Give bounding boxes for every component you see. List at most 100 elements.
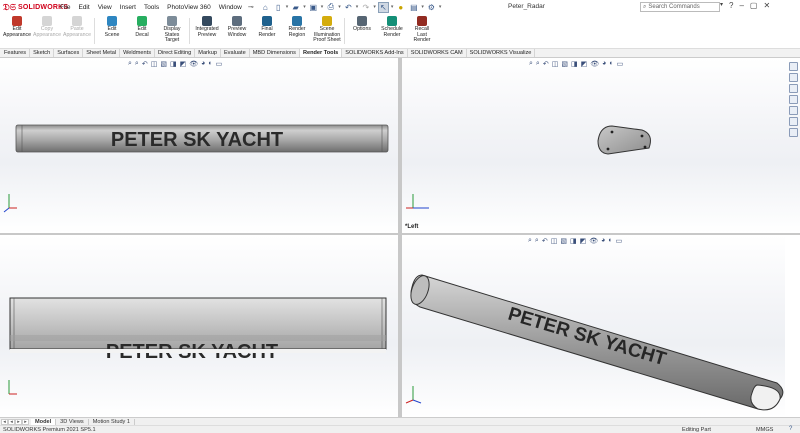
close-icon[interactable]: ✕ <box>763 1 770 10</box>
display-style-icon[interactable]: ◩ <box>581 60 588 68</box>
vertical-splitter[interactable] <box>398 58 402 417</box>
chevron-down-icon[interactable]: ▾ <box>338 4 341 10</box>
select-cursor-icon[interactable]: ↖ <box>377 1 389 13</box>
zoom-area-icon[interactable]: ⌕ <box>535 237 539 245</box>
edit-appearance-icon[interactable]: ◕ <box>601 237 605 245</box>
zoom-to-fit-icon[interactable]: ⌕ <box>528 237 532 245</box>
solidworks-logo[interactable]: 𝔇𝔖 SOLIDWORKS <box>0 2 68 13</box>
viewport-isometric[interactable]: ⌕ ⌕ ↶ ◫ ▧ ◨ ◩ 👁 ◕ ◐ ▭ PETER SK YACHT <box>402 235 785 417</box>
previous-view-icon[interactable]: ↶ <box>542 237 548 245</box>
units-selector[interactable]: MMGS <box>756 427 773 433</box>
ribbon-button-copy-appearance[interactable]: Copy Appearance <box>32 14 62 48</box>
zoom-to-fit-icon[interactable]: ⌕ <box>128 60 132 68</box>
hide-show-icon[interactable]: 👁 <box>189 60 198 68</box>
tab-surfaces[interactable]: Surfaces <box>54 49 84 57</box>
tab-solidworks-cam[interactable]: SOLIDWORKS CAM <box>408 49 467 57</box>
ribbon-button-render-region[interactable]: Render Region <box>282 14 312 48</box>
apply-scene-icon[interactable]: ◐ <box>609 60 613 68</box>
view-settings-icon[interactable]: ▭ <box>216 60 223 68</box>
edit-appearance-icon[interactable]: ◕ <box>602 60 606 68</box>
redo-icon[interactable]: ↷ <box>360 2 371 13</box>
tab-solidworks-visualize[interactable]: SOLIDWORKS Visualize <box>467 49 536 57</box>
previous-view-icon[interactable]: ↶ <box>142 60 148 68</box>
traffic-light-icon[interactable]: ● <box>395 2 406 13</box>
ribbon-button-edit-scene[interactable]: Edit Scene <box>97 14 127 48</box>
chevron-down-icon[interactable]: ▾ <box>286 4 289 10</box>
ribbon-button-paste-appearance[interactable]: Paste Appearance <box>62 14 92 48</box>
menu-item-photoview-360[interactable]: PhotoView 360 <box>163 4 215 11</box>
ribbon-button-options[interactable]: Options <box>347 14 377 48</box>
view-palette-icon[interactable] <box>788 95 798 104</box>
edit-appearance-icon[interactable]: ◕ <box>201 60 205 68</box>
search-dropdown-icon[interactable]: ▾ <box>720 1 723 10</box>
first-tab-icon[interactable]: ◂ <box>1 418 8 425</box>
tab-solidworks-add-ins[interactable]: SOLIDWORKS Add-Ins <box>342 49 408 57</box>
zoom-area-icon[interactable]: ⌕ <box>536 60 540 68</box>
search-commands[interactable]: ⌕ Search Commands <box>640 2 720 12</box>
section-view-icon[interactable]: ◫ <box>151 60 158 68</box>
open-icon[interactable]: ▰ <box>290 2 301 13</box>
tab-markup[interactable]: Markup <box>195 49 221 57</box>
model-tab-model[interactable]: Model <box>31 418 57 425</box>
view-orientation-icon[interactable]: ◨ <box>570 237 577 245</box>
tab-sketch[interactable]: Sketch <box>30 49 55 57</box>
chevron-down-icon[interactable]: ▾ <box>439 4 442 10</box>
tab-sheet-metal[interactable]: Sheet Metal <box>83 49 121 57</box>
zoom-area-icon[interactable]: ⌕ <box>135 60 139 68</box>
chevron-down-icon[interactable]: ▾ <box>321 4 324 10</box>
tab-evaluate[interactable]: Evaluate <box>221 49 250 57</box>
display-style-icon[interactable]: ◩ <box>180 60 187 68</box>
display-style-icon[interactable]: ◩ <box>580 237 587 245</box>
dynamic-annotation-icon[interactable]: ▧ <box>560 237 567 245</box>
print-icon[interactable]: ⎙ <box>325 2 336 13</box>
menu-item-tools[interactable]: Tools <box>140 4 163 11</box>
menu-item-insert[interactable]: Insert <box>116 4 140 11</box>
hide-show-icon[interactable]: 👁 <box>589 237 598 245</box>
view-settings-icon[interactable]: ▭ <box>616 237 623 245</box>
file-explorer-icon[interactable] <box>788 84 798 93</box>
dynamic-annotation-icon[interactable]: ▧ <box>561 60 568 68</box>
ribbon-button-recall-last-render[interactable]: Recall Last Render <box>407 14 437 48</box>
chevron-down-icon[interactable]: ▾ <box>303 4 306 10</box>
help-icon[interactable]: ? <box>789 426 792 432</box>
viewport-front[interactable]: ⌕ ⌕ ↶ ◫ ▧ ◨ ◩ 👁 ◕ ◐ ▭ PETER SK YACHT <box>0 58 398 233</box>
dynamic-annotation-icon[interactable]: ▧ <box>160 60 167 68</box>
maximize-icon[interactable]: ▢ <box>750 1 758 10</box>
forum-icon[interactable] <box>788 128 798 137</box>
home-icon[interactable]: ⌂ <box>260 2 271 13</box>
help-icon[interactable]: ? <box>729 1 733 10</box>
section-view-icon[interactable]: ◫ <box>552 60 559 68</box>
zoom-to-fit-icon[interactable]: ⌕ <box>529 60 533 68</box>
view-settings-icon[interactable]: ▭ <box>617 60 624 68</box>
chevron-down-icon[interactable]: ▾ <box>356 4 359 10</box>
apply-scene-icon[interactable]: ◐ <box>608 237 612 245</box>
undo-icon[interactable]: ↶ <box>343 2 354 13</box>
viewport-top[interactable]: PETER SK YACHT <box>0 235 398 417</box>
chevron-down-icon[interactable]: ▾ <box>421 4 424 10</box>
options-gear-icon[interactable]: ⚙ <box>426 2 437 13</box>
view-orientation-icon[interactable]: ◨ <box>571 60 578 68</box>
solidworks-resources-icon[interactable] <box>788 62 798 71</box>
hide-show-icon[interactable]: 👁 <box>590 60 599 68</box>
ribbon-button-final-render[interactable]: Final Render <box>252 14 282 48</box>
viewport-left[interactable]: ⌕ ⌕ ↶ ◫ ▧ ◨ ◩ 👁 ◕ ◐ ▭ *Left <box>402 58 800 233</box>
menu-item-edit[interactable]: Edit <box>74 4 93 11</box>
ribbon-button-scene-illumination-proof-sheet[interactable]: Scene Illumination Proof Sheet <box>312 14 342 48</box>
model-tab-3d-views[interactable]: 3D Views <box>56 418 89 425</box>
tab-direct-editing[interactable]: Direct Editing <box>155 49 196 57</box>
save-icon[interactable]: ▣ <box>308 2 319 13</box>
tab-features[interactable]: Features <box>1 49 31 57</box>
menu-item-file[interactable]: File <box>56 4 74 11</box>
ribbon-button-edit-appearance[interactable]: Edit Appearance <box>2 14 32 48</box>
file-properties-icon[interactable]: ▤ <box>408 2 419 13</box>
custom-properties-icon[interactable] <box>788 117 798 126</box>
previous-view-icon[interactable]: ↶ <box>543 60 549 68</box>
design-library-icon[interactable] <box>788 73 798 82</box>
next-tab-icon[interactable]: ▸ <box>15 418 22 425</box>
ribbon-button-edit-decal[interactable]: Edit Decal <box>127 14 157 48</box>
ribbon-button-integrated-preview[interactable]: Integrated Preview <box>192 14 222 48</box>
chevron-down-icon[interactable]: ▾ <box>373 4 376 10</box>
new-document-icon[interactable]: ▯ <box>273 2 284 13</box>
graphics-area[interactable]: ⌕ ⌕ ↶ ◫ ▧ ◨ ◩ 👁 ◕ ◐ ▭ PETER SK YACHT ⌕ ⌕… <box>0 58 800 417</box>
menu-item-view[interactable]: View <box>94 4 116 11</box>
